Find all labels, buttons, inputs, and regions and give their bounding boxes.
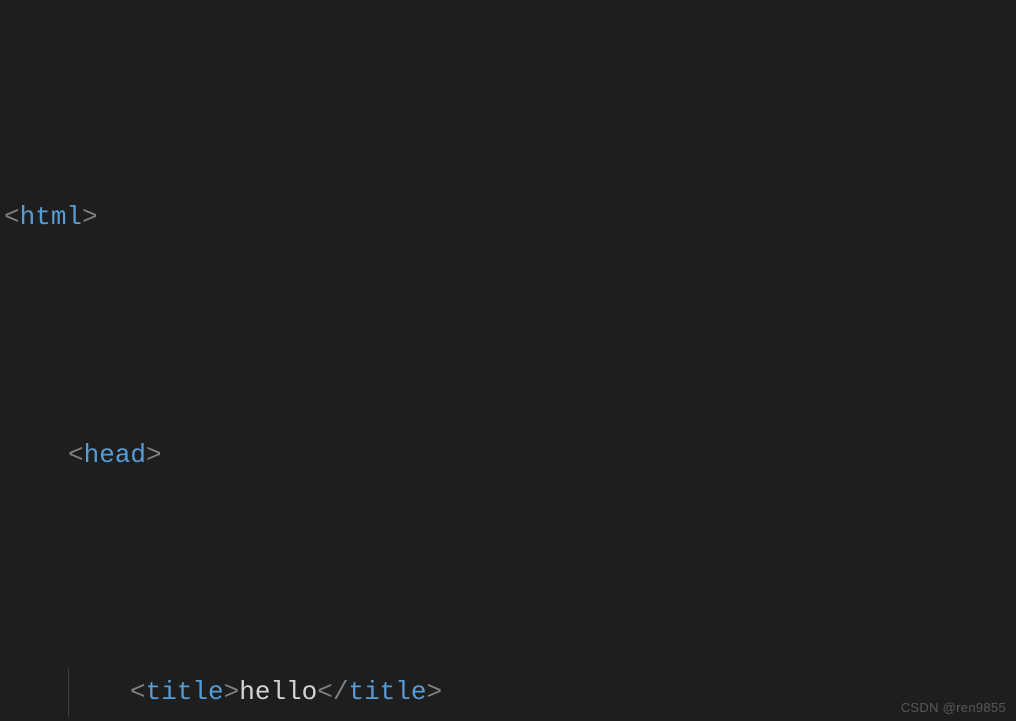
code-editor[interactable]: <html> <head> <title>hello</title> <styl… — [0, 0, 1016, 721]
code-line[interactable]: <html> — [0, 194, 1016, 242]
tag-close-bracket: > — [146, 440, 162, 470]
tag-close-bracket: > — [426, 677, 442, 707]
text-content: hello — [239, 677, 317, 707]
tag-open-bracket: </ — [317, 677, 348, 707]
tag-close-bracket: > — [224, 677, 240, 707]
tag-open-bracket: < — [130, 677, 146, 707]
code-line[interactable]: <head> — [0, 432, 1016, 480]
tag-name: head — [84, 440, 146, 470]
tag-name: title — [348, 677, 426, 707]
tag-name: title — [146, 677, 224, 707]
tag-name: html — [20, 202, 82, 232]
tag-open-bracket: < — [4, 202, 20, 232]
tag-open-bracket: < — [68, 440, 84, 470]
code-line[interactable]: <title>hello</title> — [0, 669, 1016, 717]
watermark-text: CSDN @ren9855 — [901, 700, 1006, 715]
tag-close-bracket: > — [82, 202, 98, 232]
